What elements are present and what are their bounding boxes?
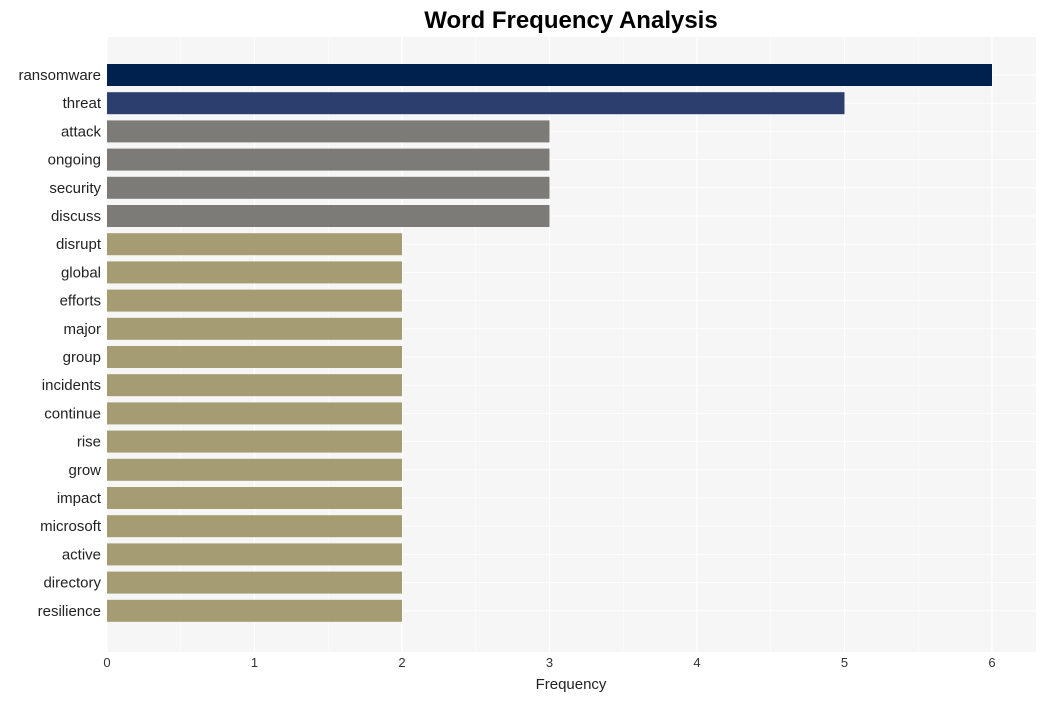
bar-rise [107, 430, 402, 453]
y-tick-label-active: active [62, 546, 101, 563]
bar-disrupt [107, 233, 402, 256]
x-tick-label: 5 [841, 655, 848, 670]
y-tick-label-rise: rise [77, 434, 101, 451]
bar-impact [107, 487, 402, 509]
bar-microsoft [107, 515, 402, 538]
x-tick-label: 2 [398, 655, 405, 670]
bar-attack [107, 120, 550, 143]
y-tick-label-disrupt: disrupt [56, 236, 102, 253]
y-tick-label-impact: impact [57, 490, 102, 507]
bar-efforts [107, 289, 402, 312]
y-tick-label-major: major [63, 321, 101, 338]
bar-major [107, 317, 402, 340]
bar-group [107, 346, 402, 368]
y-tick-label-threat: threat [63, 95, 102, 112]
x-tick-label: 1 [251, 655, 258, 670]
bar-discuss [107, 205, 550, 227]
bar-directory [107, 571, 402, 594]
y-tick-label-security: security [49, 180, 101, 197]
y-tick-label-resilience: resilience [38, 603, 101, 620]
y-tick-label-discuss: discuss [51, 208, 101, 225]
y-tick-label-microsoft: microsoft [40, 518, 102, 535]
x-axis-label: Frequency [536, 676, 607, 693]
bar-incidents [107, 374, 402, 397]
bar-threat [107, 92, 845, 115]
bar-ongoing [107, 148, 550, 171]
bar-grow [107, 458, 402, 481]
y-tick-label-global: global [61, 264, 101, 281]
chart-title: Word Frequency Analysis [424, 7, 717, 34]
y-tick-label-attack: attack [61, 123, 102, 140]
x-tick-label: 6 [988, 655, 995, 670]
x-tick-label: 3 [546, 655, 553, 670]
bar-ransomware [107, 64, 992, 86]
bar-security [107, 176, 550, 199]
bar-chart: Word Frequency Analysis ransomware threat… [18, 7, 1036, 693]
y-tick-label-ransomware: ransomware [18, 67, 101, 84]
y-tick-label-efforts: efforts [60, 293, 101, 310]
bar-active [107, 543, 402, 566]
y-axis-labels: ransomware threat attack ongoing security dis… [18, 67, 101, 620]
x-axis-ticks: 0 1 2 3 4 5 6 [103, 655, 995, 670]
y-tick-label-incidents: incidents [42, 377, 101, 394]
bar-global [107, 261, 402, 284]
y-tick-label-continue: continue [44, 405, 101, 422]
y-tick-label-directory: directory [43, 575, 101, 592]
y-tick-label-ongoing: ongoing [48, 152, 101, 169]
x-tick-label: 4 [693, 655, 700, 670]
bar-continue [107, 402, 402, 425]
x-tick-label: 0 [103, 655, 110, 670]
y-tick-label-grow: grow [68, 462, 101, 479]
y-tick-label-group: group [63, 349, 101, 366]
bar-resilience [107, 599, 402, 622]
